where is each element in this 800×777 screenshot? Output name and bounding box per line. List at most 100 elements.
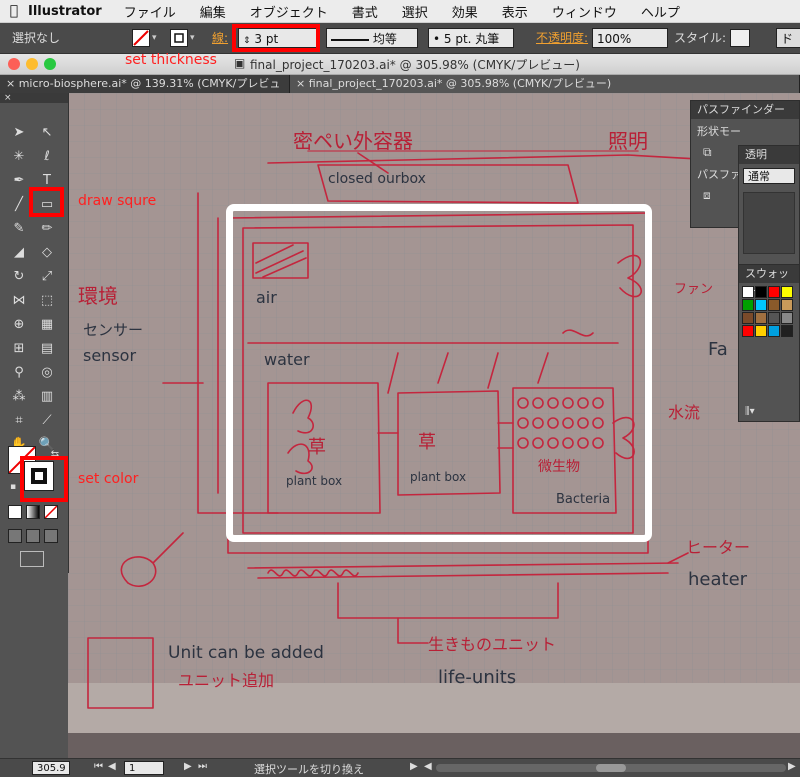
- menu-view[interactable]: 表示: [502, 2, 528, 21]
- gradient-button-icon[interactable]: [26, 505, 40, 519]
- column-graph-tool-icon[interactable]: ▥: [36, 387, 58, 407]
- menu-help[interactable]: ヘルプ: [641, 2, 680, 21]
- stroke-dropdown-arrow-icon[interactable]: ▾: [190, 28, 195, 48]
- app-menu-illustrator[interactable]: Illustrator: [28, 4, 102, 19]
- tab-micro-biosphere[interactable]: × micro-biosphere.ai* @ 139.31% (CMYK/プレ…: [0, 75, 290, 108]
- menu-effect[interactable]: 効果: [452, 2, 478, 21]
- pathfinder-panel-title[interactable]: パスファインダー: [691, 101, 799, 119]
- blob-brush-tool-icon[interactable]: ◢: [8, 243, 30, 263]
- pen-tool-icon[interactable]: ✒: [8, 171, 30, 191]
- stroke-swatch[interactable]: [170, 29, 188, 47]
- artboard-number-field[interactable]: 1: [124, 761, 164, 775]
- draw-inside-icon[interactable]: [44, 529, 58, 543]
- swatch-color[interactable]: [755, 312, 767, 324]
- eyedropper-tool-icon[interactable]: ⚲: [8, 363, 30, 383]
- style-swatch[interactable]: [730, 29, 750, 47]
- prev-artboard-icon[interactable]: ◀: [108, 761, 116, 772]
- document-setup-button[interactable]: ド: [776, 28, 800, 48]
- scroll-left-icon[interactable]: ◀: [424, 761, 432, 772]
- horizontal-scrollbar[interactable]: [436, 764, 786, 772]
- line-preview-icon: [331, 38, 369, 41]
- menu-select[interactable]: 選択: [402, 2, 428, 21]
- menu-window[interactable]: ウィンドウ: [552, 2, 617, 21]
- fill-none-swatch[interactable]: [132, 29, 150, 47]
- lasso-tool-icon[interactable]: ℓ: [36, 147, 58, 167]
- eraser-tool-icon[interactable]: ◇: [36, 243, 58, 263]
- color-button-icon[interactable]: [8, 505, 22, 519]
- sketch-pump-jp: 水流: [668, 403, 700, 422]
- tab-final-project[interactable]: × final_project_170203.ai* @ 305.98% (CM…: [290, 75, 800, 93]
- symbol-sprayer-tool-icon[interactable]: ⁂: [8, 387, 30, 407]
- gradient-tool-icon[interactable]: ▤: [36, 339, 58, 359]
- first-artboard-icon[interactable]: ⏮: [94, 761, 103, 772]
- apple-icon[interactable]: : [0, 3, 28, 19]
- swatch-color[interactable]: [742, 286, 754, 298]
- rotate-tool-icon[interactable]: ↻: [8, 267, 30, 287]
- magic-wand-tool-icon[interactable]: ✳: [8, 147, 30, 167]
- none-button-icon[interactable]: [44, 505, 58, 519]
- swatch-library-menu-icon[interactable]: ⫼▾: [745, 406, 755, 417]
- free-transform-tool-icon[interactable]: ⬚: [36, 291, 58, 311]
- width-tool-icon[interactable]: ⋈: [8, 291, 30, 311]
- direct-selection-tool-icon[interactable]: ↖: [36, 123, 58, 143]
- menu-object[interactable]: オブジェクト: [250, 2, 328, 21]
- next-artboard-icon[interactable]: ▶: [184, 761, 192, 772]
- tab-close-icon[interactable]: ×: [6, 77, 15, 90]
- line-tool-icon[interactable]: ╱: [8, 195, 30, 215]
- menu-type[interactable]: 書式: [352, 2, 378, 21]
- shape-builder-tool-icon[interactable]: ⊕: [8, 315, 30, 335]
- sketch-sensor-jp: センサー: [83, 321, 143, 339]
- swatches-panel-title[interactable]: スウォッチ: [739, 265, 799, 298]
- paintbrush-tool-icon[interactable]: ✎: [8, 219, 30, 239]
- sketch-closed-outbox-jp: 密ペい外容器: [293, 129, 413, 153]
- pencil-tool-icon[interactable]: ✏: [36, 219, 58, 239]
- swatch-color[interactable]: [742, 312, 754, 324]
- swatch-color[interactable]: [781, 299, 793, 311]
- tools-panel-header: ×: [0, 93, 68, 103]
- swatch-color[interactable]: [781, 286, 793, 298]
- close-window-icon[interactable]: [8, 58, 20, 70]
- status-menu-arrow-icon[interactable]: ▶: [410, 761, 418, 772]
- scale-tool-icon[interactable]: ⤢: [36, 267, 58, 287]
- swatch-color[interactable]: [768, 312, 780, 324]
- scrollbar-thumb[interactable]: [596, 764, 626, 772]
- zoom-window-icon[interactable]: [44, 58, 56, 70]
- blend-mode-select[interactable]: 通常: [743, 168, 795, 184]
- fill-dropdown-arrow-icon[interactable]: ▾: [152, 28, 157, 48]
- minimize-window-icon[interactable]: [26, 58, 38, 70]
- line-style-select[interactable]: 均等: [326, 28, 418, 48]
- menu-file[interactable]: ファイル: [124, 2, 176, 21]
- artboard-tool-icon[interactable]: ⌗: [8, 411, 30, 431]
- zoom-level-field[interactable]: 305.9: [32, 761, 70, 775]
- swatch-color[interactable]: [781, 325, 793, 337]
- swatch-color[interactable]: [781, 312, 793, 324]
- perspective-grid-tool-icon[interactable]: ▦: [36, 315, 58, 335]
- swatch-color[interactable]: [768, 299, 780, 311]
- draw-normal-icon[interactable]: [8, 529, 22, 543]
- screen-mode-icon[interactable]: [20, 551, 44, 567]
- swatch-color[interactable]: [768, 286, 780, 298]
- mesh-tool-icon[interactable]: ⊞: [8, 339, 30, 359]
- scroll-right-icon[interactable]: ▶: [788, 761, 796, 772]
- last-artboard-icon[interactable]: ⏭: [198, 761, 207, 772]
- transparency-panel-title[interactable]: 透明: [739, 146, 799, 164]
- blend-tool-icon[interactable]: ◎: [36, 363, 58, 383]
- swatch-color[interactable]: [755, 286, 767, 298]
- brush-select[interactable]: • 5 pt. 丸筆: [428, 28, 514, 48]
- draw-behind-icon[interactable]: [26, 529, 40, 543]
- document-window-title: final_project_170203.ai* @ 305.98% (CMYK…: [250, 58, 580, 72]
- opacity-field[interactable]: 100%: [592, 28, 668, 48]
- document-icon: ▣: [234, 56, 246, 70]
- selection-tool-icon[interactable]: ➤: [8, 123, 30, 143]
- swatch-color[interactable]: [755, 299, 767, 311]
- tab-close-icon[interactable]: ×: [296, 77, 305, 90]
- swatch-color[interactable]: [755, 325, 767, 337]
- stroke-label[interactable]: 線:: [212, 28, 228, 48]
- swatch-color[interactable]: [768, 325, 780, 337]
- opacity-label[interactable]: 不透明度:: [536, 28, 588, 48]
- swatch-color[interactable]: [742, 299, 754, 311]
- annotation-set-thickness: set thickness: [125, 52, 217, 68]
- swatch-color[interactable]: [742, 325, 754, 337]
- menu-edit[interactable]: 編集: [200, 2, 226, 21]
- slice-tool-icon[interactable]: ⟋: [36, 411, 58, 431]
